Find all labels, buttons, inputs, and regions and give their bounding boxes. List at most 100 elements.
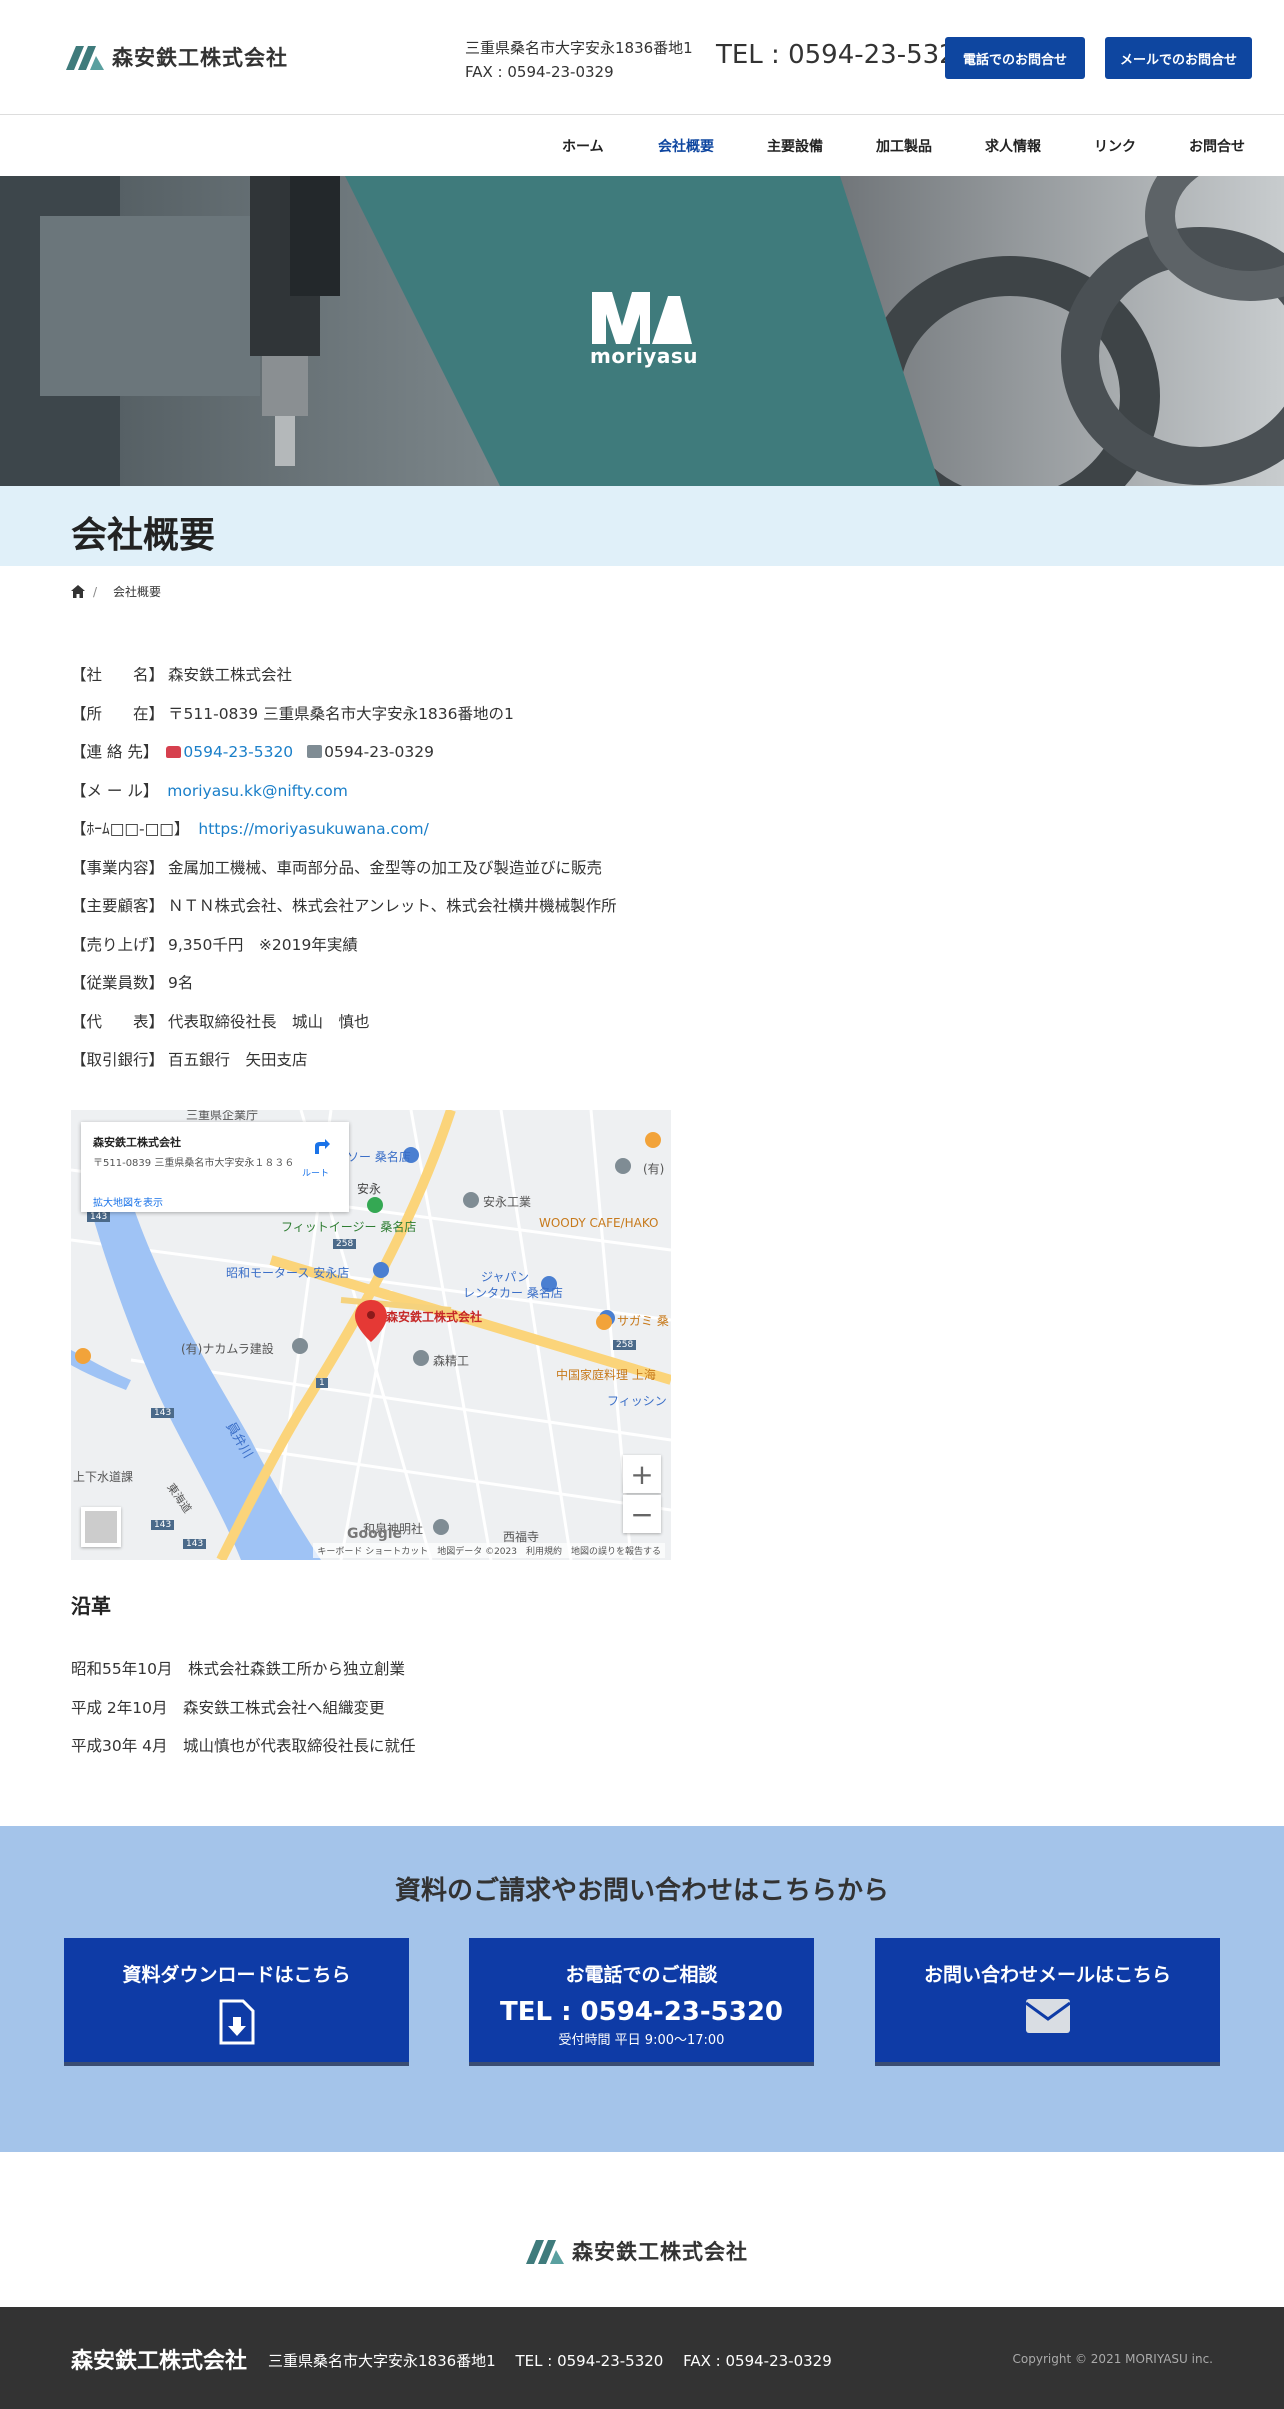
road-number: 143 — [87, 1212, 111, 1222]
history-row: 平成 2年10月 森安鉄工株式会社へ組織変更 — [71, 1698, 385, 1717]
footer-company-name: 森安鉄工株式会社 — [71, 2349, 248, 2374]
info-row-homepage: 【ﾎｰﾑ□□-□□】 https://moriyasukuwana.com/ — [71, 817, 871, 856]
breadcrumb-separator: / — [93, 584, 98, 599]
map-card-link[interactable]: 拡大地図を表示 — [93, 1194, 163, 1209]
phone-cta-button[interactable]: お電話でのご相談 TEL : 0594-23-5320 受付時間 平日 9:00… — [469, 1938, 814, 2066]
map-info-card: 森安鉄工株式会社 〒511-0839 三重県桑名市大字安永１８３６ 拡大地図を表… — [81, 1122, 349, 1212]
info-value: 金属加工機械、車両部分品、金型等の加工及び製造並びに販売 — [168, 858, 603, 877]
history-row: 昭和55年10月 株式会社森鉄工所から独立創業 — [71, 1660, 405, 1678]
email-link[interactable]: moriyasu.kk@nifty.com — [167, 782, 348, 800]
hero-image — [0, 176, 1284, 486]
map-footer[interactable]: キーボード ショートカット 地図データ ©2023 利用規約 地図の誤りを報告す… — [313, 1543, 665, 1558]
history-list: 昭和55年10月 株式会社森鉄工所から独立創業 平成 2年10月 森安鉄工株式会… — [71, 1657, 416, 1773]
road-number: 143 — [151, 1520, 175, 1530]
info-row-customers: 【主要顧客】 ＮＴＮ株式会社、株式会社アンレット、株式会社横井機械製作所 — [71, 894, 871, 933]
phone-icon — [166, 746, 182, 758]
page-title: 会社概要 — [71, 515, 216, 556]
map-label: 森精工 — [433, 1354, 470, 1368]
global-nav: ホーム 会社概要 主要設備 加工製品 求人情報 リンク お問合せ — [0, 116, 1284, 176]
nav-item-recruit[interactable]: 求人情報 — [985, 136, 1041, 156]
phone-cta-hours: 受付時間 平日 9:00〜17:00 — [558, 2033, 725, 2048]
directions-icon[interactable] — [311, 1136, 331, 1156]
mail-icon — [1024, 1999, 1071, 2033]
phone-contact-button[interactable]: 電話でのお問合せ — [945, 37, 1085, 79]
fax-number: 0594-23-0329 — [324, 743, 434, 761]
map-label: 安永工業 — [483, 1195, 532, 1209]
site-logo[interactable]: 森安鉄工株式会社 — [66, 42, 288, 72]
logo-mark-icon — [526, 2240, 564, 2264]
info-label: 【ﾎｰﾑ□□-□□】 — [71, 820, 190, 838]
map-card-name: 森安鉄工株式会社 — [93, 1136, 181, 1149]
info-value: 〒511-0839 三重県桑名市大字安永1836番地の1 — [168, 704, 514, 723]
download-cta-label: 資料ダウンロードはこちら — [122, 1964, 351, 1986]
map-label: ジャパン — [481, 1270, 530, 1284]
home-icon[interactable] — [71, 585, 85, 598]
nav-item-equipment[interactable]: 主要設備 — [767, 136, 823, 156]
mail-contact-button[interactable]: メールでのお問合せ — [1105, 37, 1252, 79]
info-row-name: 【社 名】 森安鉄工株式会社 — [71, 663, 871, 702]
breadcrumb: / 会社概要 — [71, 583, 161, 600]
info-label: 【従業員数】 — [71, 974, 165, 992]
zoom-in-button[interactable]: + — [623, 1455, 661, 1493]
history-title: 沿革 — [71, 1594, 111, 1618]
phone-link[interactable]: 0594-23-5320 — [183, 743, 293, 761]
breadcrumb-current: 会社概要 — [113, 585, 162, 599]
nav-item-contact[interactable]: お問合せ — [1189, 136, 1245, 156]
header-address-block: 三重県桑名市大字安永1836番地1 FAX : 0594-23-0329 — [465, 36, 693, 84]
info-label: 【メ ー ル】 — [71, 781, 159, 800]
road-number: 1 — [316, 1378, 328, 1388]
phone-cta-label: お電話でのご相談 — [565, 1964, 718, 1986]
nav-item-company[interactable]: 会社概要 — [658, 136, 714, 156]
info-row-bank: 【取引銀行】 百五銀行 矢田支店 — [71, 1048, 871, 1087]
map-label: レンタカー 桑名店 — [463, 1286, 563, 1300]
hero-brand-text: moriyasu — [590, 344, 698, 368]
info-row-address: 【所 在】 〒511-0839 三重県桑名市大字安永1836番地の1 — [71, 702, 871, 741]
directions-label[interactable]: ルート — [302, 1166, 329, 1179]
cta-title: 資料のご請求やお問い合わせはこちらから — [394, 1876, 889, 1906]
site-header: 森安鉄工株式会社 三重県桑名市大字安永1836番地1 FAX : 0594-23… — [0, 0, 1284, 115]
google-map-embed[interactable]: 森安鉄工株式会社 三重県企業庁 ナイソー 桑名店 安永 安永工業 フィットイージ… — [71, 1110, 671, 1560]
site-footer: 森安鉄工株式会社 三重県桑名市大字安永1836番地1 TEL : 0594-23… — [0, 2307, 1284, 2409]
zoom-out-button[interactable]: − — [623, 1495, 661, 1533]
contact-cta-band: 資料のご請求やお問い合わせはこちらから 資料ダウンロードはこちら お電話でのご相… — [0, 1826, 1284, 2152]
road-number: 143 — [183, 1539, 207, 1549]
map-label: (有) — [643, 1162, 665, 1176]
map-label: 中国家庭料理 上海 — [556, 1368, 656, 1382]
info-label: 【主要顧客】 — [71, 897, 165, 915]
page-title-band: 会社概要 — [0, 486, 1284, 566]
mail-cta-label: お問い合わせメールはこちら — [923, 1964, 1171, 1986]
info-label: 【取引銀行】 — [71, 1051, 165, 1069]
nav-item-links[interactable]: リンク — [1094, 136, 1136, 156]
street-view-pegman[interactable] — [81, 1507, 121, 1547]
info-value: ＮＴＮ株式会社、株式会社アンレット、株式会社横井機械製作所 — [168, 897, 617, 915]
map-label: フィットイージー 桑名店 — [281, 1220, 417, 1234]
logo-mark-icon — [66, 46, 104, 70]
download-cta-button[interactable]: 資料ダウンロードはこちら — [64, 1938, 409, 2066]
info-row-mail: 【メ ー ル】 moriyasu.kk@nifty.com — [71, 779, 871, 818]
google-logo: Google — [347, 1526, 403, 1542]
nav-item-products[interactable]: 加工製品 — [876, 136, 932, 156]
footer-logo-name: 森安鉄工株式会社 — [572, 2240, 748, 2264]
phone-cta-tel: TEL : 0594-23-5320 — [499, 1997, 784, 2027]
map-label: サガミ 桑 — [617, 1314, 669, 1328]
homepage-link[interactable]: https://moriyasukuwana.com/ — [198, 820, 428, 838]
nav-item-home[interactable]: ホーム — [562, 136, 604, 156]
info-row-business: 【事業内容】 金属加工機械、車両部分品、金型等の加工及び製造並びに販売 — [71, 856, 871, 895]
info-label: 【所 在】 — [71, 704, 165, 723]
road-number: 258 — [333, 1239, 357, 1249]
footer-logo[interactable]: 森安鉄工株式会社 — [526, 2236, 748, 2266]
header-fax: FAX : 0594-23-0329 — [465, 63, 614, 81]
info-value: 9名 — [168, 974, 194, 992]
road-number: 258 — [613, 1340, 637, 1350]
header-tel: TEL : 0594-23-5320 — [716, 40, 973, 70]
map-label: 安永 — [357, 1182, 382, 1196]
company-info: 【社 名】 森安鉄工株式会社 【所 在】 〒511-0839 三重県桑名市大字安永1… — [71, 663, 871, 1087]
info-label: 【代 表】 — [71, 1012, 165, 1031]
footer-copyright: Copyright © 2021 MORIYASU inc. — [1012, 2352, 1213, 2366]
header-address: 三重県桑名市大字安永1836番地1 — [465, 39, 693, 57]
mail-cta-button[interactable]: お問い合わせメールはこちら — [875, 1938, 1220, 2066]
map-label: 上下水道課 — [73, 1470, 134, 1484]
document-download-icon — [219, 1999, 254, 2045]
info-label: 【連 絡 先】 — [71, 743, 159, 761]
hero-banner: moriyasu — [0, 176, 1284, 486]
